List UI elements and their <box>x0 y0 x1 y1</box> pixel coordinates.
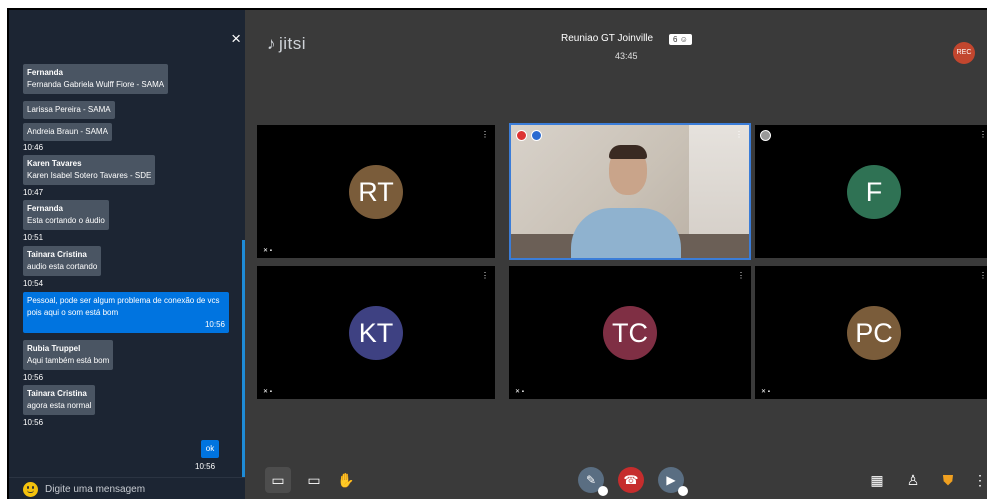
chat-bubble: Fernanda Esta cortando o áudio <box>23 200 109 230</box>
more-icon[interactable]: ⋮ <box>979 272 987 280</box>
chat-text: Pessoal, pode ser algum problema de cone… <box>27 296 220 317</box>
chat-bubble: Andreia Braun - SAMA <box>23 123 112 141</box>
chat-bubble: Tainara Cristina audio esta cortando <box>23 246 102 276</box>
chat-time: 10:47 <box>23 188 44 197</box>
chat-text: ok <box>205 444 215 453</box>
chat-bubble: Rubia Truppel Aqui também está bom <box>23 340 114 370</box>
participant-avatar: RT <box>349 164 403 219</box>
chat-sender: Karen Tavares <box>27 159 82 168</box>
participant-tile[interactable]: KT ⋮ ✕ ▪ <box>257 266 495 399</box>
more-icon[interactable]: ⋮ <box>737 272 745 280</box>
participant-avatar: TC <box>603 305 657 360</box>
more-icon[interactable]: ⋮ <box>481 131 489 139</box>
participant-video <box>511 125 749 258</box>
chat-bubble-own: Pessoal, pode ser algum problema de cone… <box>23 292 229 333</box>
more-icon[interactable]: ⋮ <box>481 272 489 280</box>
logo-text: jitsi <box>279 34 307 53</box>
chat-icon[interactable]: ▭ <box>265 467 291 493</box>
chat-text: Larissa Pereira - SAMA <box>27 105 111 114</box>
more-icon[interactable]: ⋮ <box>967 467 987 493</box>
chat-input-bar: Digite uma mensagem <box>9 477 245 499</box>
more-icon[interactable]: ⋮ <box>735 131 743 139</box>
participant-count: 6 <box>673 35 678 44</box>
chat-time: 10:54 <box>23 279 44 288</box>
chevron-down-icon[interactable] <box>598 486 608 496</box>
chat-time: 10:51 <box>23 233 44 242</box>
chat-bubble: Fernanda Fernanda Gabriela Wulff Fiore -… <box>23 64 169 94</box>
chat-text: Andreia Braun - SAMA <box>27 127 108 136</box>
more-icon[interactable]: ⋮ <box>979 131 987 139</box>
chat-bubble: Larissa Pereira - SAMA <box>23 101 115 119</box>
chat-text: Aqui também está bom <box>27 356 110 365</box>
chat-sender: Fernanda <box>27 68 64 77</box>
jitsi-logo-icon: ♪ <box>267 34 276 53</box>
meeting-title: Reuniao GT Joinville <box>561 33 654 44</box>
chat-sender: Tainara Cristina <box>27 250 87 259</box>
chat-time: 10:46 <box>23 143 44 152</box>
participants-icon: ☺ <box>679 35 688 44</box>
meeting-timer: 43:45 <box>615 51 638 61</box>
chat-sender: Rubia Truppel <box>27 344 81 353</box>
dominant-speaker-icon <box>531 130 542 141</box>
chat-text: Fernanda Gabriela Wulff Fiore - SAMA <box>27 80 165 89</box>
participant-tile[interactable]: F ⋮ <box>755 125 987 258</box>
chat-text: Esta cortando o áudio <box>27 216 105 225</box>
participant-count-badge[interactable]: 6 ☺ <box>669 34 692 45</box>
tile-view-icon[interactable]: ▦ <box>864 467 890 493</box>
participant-tile[interactable]: RT ⋮ ✕ ▪ <box>257 125 495 258</box>
emoji-icon[interactable] <box>23 482 38 497</box>
recording-badge: REC <box>953 42 975 64</box>
chat-bubble-own: ok <box>201 440 219 458</box>
mic-muted-icon: ✕ ▪ <box>263 389 272 395</box>
chat-input-field[interactable]: Digite uma mensagem <box>45 484 145 495</box>
chat-text: agora esta normal <box>27 401 92 410</box>
chat-time: 10:56 <box>23 373 44 382</box>
invite-icon[interactable]: ♙ <box>900 467 926 493</box>
chat-text: Karen Isabel Sotero Tavares - SDE <box>27 171 152 180</box>
participant-avatar: PC <box>847 305 901 360</box>
chat-time: 10:56 <box>23 418 44 427</box>
shield-icon[interactable]: ⛊ <box>935 467 961 493</box>
chat-sender: Tainara Cristina <box>27 389 87 398</box>
jitsi-window: × Fernanda Fernanda Gabriela Wulff Fiore… <box>7 8 987 499</box>
connection-icon[interactable] <box>760 130 771 141</box>
conference-stage: ♪ jitsi Reuniao GT Joinville 6 ☺ 43:45 RE… <box>245 10 987 499</box>
chat-text: audio esta cortando <box>27 262 98 271</box>
participant-avatar: KT <box>349 305 403 360</box>
chat-bubble: Tainara Cristina agora esta normal <box>23 385 96 415</box>
screenshare-icon[interactable]: ▭ <box>301 467 327 493</box>
hangup-icon[interactable]: ☎ <box>618 467 644 493</box>
chat-message-list[interactable]: Fernanda Fernanda Gabriela Wulff Fiore -… <box>9 64 245 499</box>
mic-muted-icon[interactable]: ✎ <box>578 467 608 496</box>
chat-bubble: Karen Tavares Karen Isabel Sotero Tavare… <box>23 155 156 185</box>
chat-panel: × Fernanda Fernanda Gabriela Wulff Fiore… <box>9 10 245 499</box>
raise-hand-icon[interactable]: ✋ <box>333 467 359 493</box>
camera-muted-icon[interactable]: ▶ <box>658 467 688 496</box>
mic-muted-icon: ✕ ▪ <box>263 248 272 254</box>
mic-muted-icon: ✕ ▪ <box>761 389 770 395</box>
jitsi-logo: ♪ jitsi <box>267 34 306 54</box>
participant-tile[interactable]: PC ⋮ ✕ ▪ <box>755 266 987 399</box>
chat-time: 10:56 <box>195 462 216 471</box>
chat-time: 10:56 <box>204 320 225 329</box>
connection-icon[interactable] <box>516 130 527 141</box>
participant-avatar: F <box>847 164 901 219</box>
close-icon[interactable]: × <box>231 30 241 47</box>
participant-tile[interactable]: TC ⋮ ✕ ▪ <box>509 266 751 399</box>
chevron-down-icon[interactable] <box>678 486 688 496</box>
toolbar: ▭ ▭ ✋ ✎ ☎ ▶ ▦ ♙ ⛊ ⋮ <box>245 459 987 499</box>
participant-tile-active[interactable]: ⋮ <box>509 123 751 260</box>
chat-sender: Fernanda <box>27 204 64 213</box>
mic-muted-icon: ✕ ▪ <box>515 389 524 395</box>
